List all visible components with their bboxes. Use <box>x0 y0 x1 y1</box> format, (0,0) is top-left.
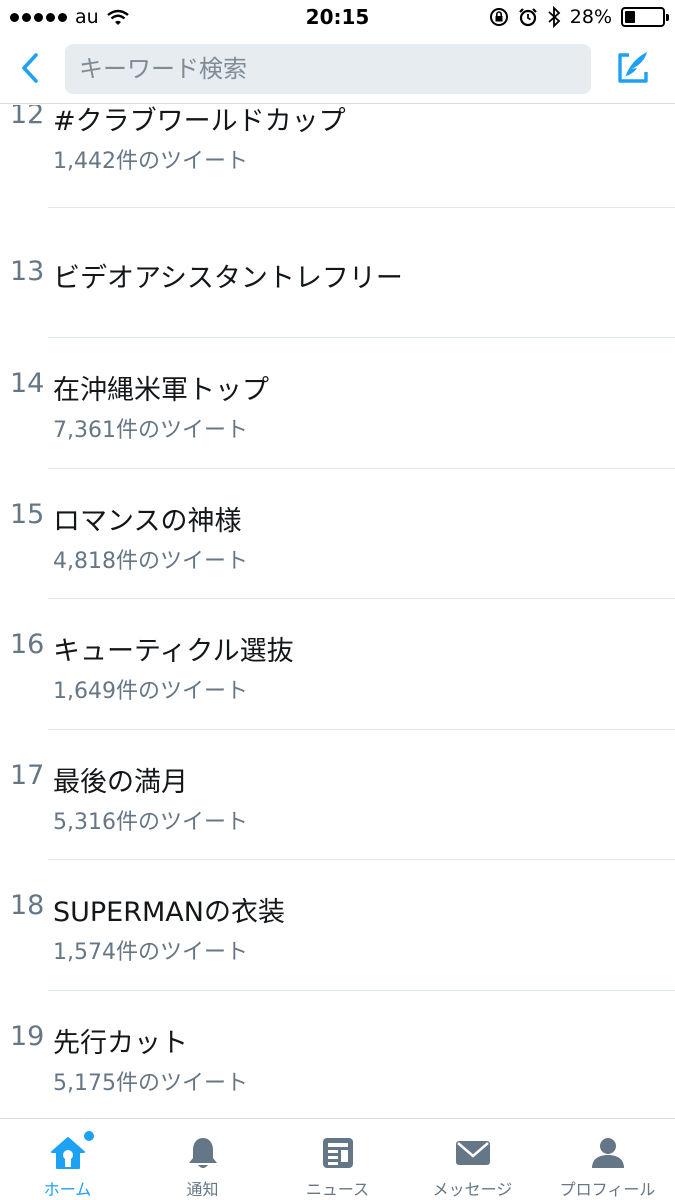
trend-count: 4,818件のツイート <box>53 549 248 574</box>
tab-home[interactable]: ホーム <box>0 1119 135 1200</box>
trend-rank: 18 <box>10 890 45 921</box>
trend-name: ビデオアシスタントレフリー <box>53 263 403 294</box>
tab-messages[interactable]: メッセージ <box>405 1119 540 1200</box>
status-bar: au 20:15 28% <box>0 0 675 36</box>
trend-rank: 19 <box>10 1021 45 1052</box>
profile-icon <box>588 1133 628 1172</box>
trend-name: キューティクル選抜 <box>53 636 294 667</box>
battery-icon <box>621 7 669 27</box>
trend-count: 5,175件のツイート <box>53 1071 248 1096</box>
trend-count: 1,442件のツイート <box>53 149 248 174</box>
trend-item[interactable]: 15 ロマンスの神様 4,818件のツイート <box>0 469 675 599</box>
trend-count: 7,361件のツイート <box>53 418 248 443</box>
trend-rank: 13 <box>10 256 45 287</box>
trend-list: 12 #クラブワールドカップ 1,442件のツイート 13 ビデオアシスタントレ… <box>0 105 675 1118</box>
trend-name: 在沖縄米軍トップ <box>53 375 269 406</box>
home-badge <box>84 1131 94 1141</box>
trend-rank: 15 <box>10 499 45 530</box>
tab-label: プロフィール <box>559 1180 656 1199</box>
tab-bar: ホーム 通知 ニュース メッセージ プロフィール <box>0 1118 675 1200</box>
trend-name: 最後の満月 <box>53 767 188 798</box>
news-icon <box>318 1133 358 1172</box>
trend-name: SUPERMANの衣装 <box>53 897 285 928</box>
trend-count: 1,574件のツイート <box>53 940 248 965</box>
tab-profile[interactable]: プロフィール <box>540 1119 675 1200</box>
chevron-left-icon <box>22 53 38 83</box>
bell-icon <box>183 1133 223 1172</box>
trend-item[interactable]: 14 在沖縄米軍トップ 7,361件のツイート <box>0 338 675 468</box>
back-button[interactable] <box>12 48 48 88</box>
trend-rank: 16 <box>10 629 45 660</box>
orientation-lock-icon <box>489 8 508 26</box>
trend-item[interactable]: 17 最後の満月 5,316件のツイート <box>0 730 675 860</box>
status-right: 28% <box>489 5 669 29</box>
tab-label: ニュース <box>305 1180 370 1199</box>
trend-item[interactable]: 18 SUPERMANの衣装 1,574件のツイート <box>0 860 675 990</box>
trend-rank: 14 <box>10 368 45 399</box>
tab-notifications[interactable]: 通知 <box>135 1119 270 1200</box>
alarm-icon <box>518 8 537 27</box>
trend-count: 1,649件のツイート <box>53 679 248 704</box>
battery-percent: 28% <box>569 6 612 28</box>
tab-label: メッセージ <box>432 1180 513 1199</box>
nav-bar <box>0 36 675 104</box>
trend-rank: 17 <box>10 760 45 791</box>
trend-count: 5,316件のツイート <box>53 810 248 835</box>
tab-label: ホーム <box>43 1180 92 1199</box>
bluetooth-icon <box>548 6 561 28</box>
home-icon <box>48 1133 88 1172</box>
trend-name: #クラブワールドカップ <box>53 106 346 137</box>
envelope-icon <box>453 1133 493 1172</box>
tab-label: 通知 <box>186 1180 219 1199</box>
compose-button[interactable] <box>613 48 653 88</box>
compose-quill-icon <box>618 52 648 83</box>
trend-item[interactable]: 16 キューティクル選抜 1,649件のツイート <box>0 599 675 729</box>
trend-item[interactable]: 12 #クラブワールドカップ 1,442件のツイート <box>0 105 675 208</box>
trend-name: ロマンスの神様 <box>53 506 242 537</box>
search-box[interactable] <box>65 44 591 94</box>
trend-item[interactable]: 13 ビデオアシスタントレフリー <box>0 208 675 338</box>
tab-news[interactable]: ニュース <box>270 1119 405 1200</box>
trend-rank: 12 <box>10 105 45 130</box>
trend-item[interactable]: 19 先行カット 5,175件のツイート <box>0 991 675 1118</box>
trend-name: 先行カット <box>53 1028 188 1059</box>
search-input[interactable] <box>79 55 591 83</box>
